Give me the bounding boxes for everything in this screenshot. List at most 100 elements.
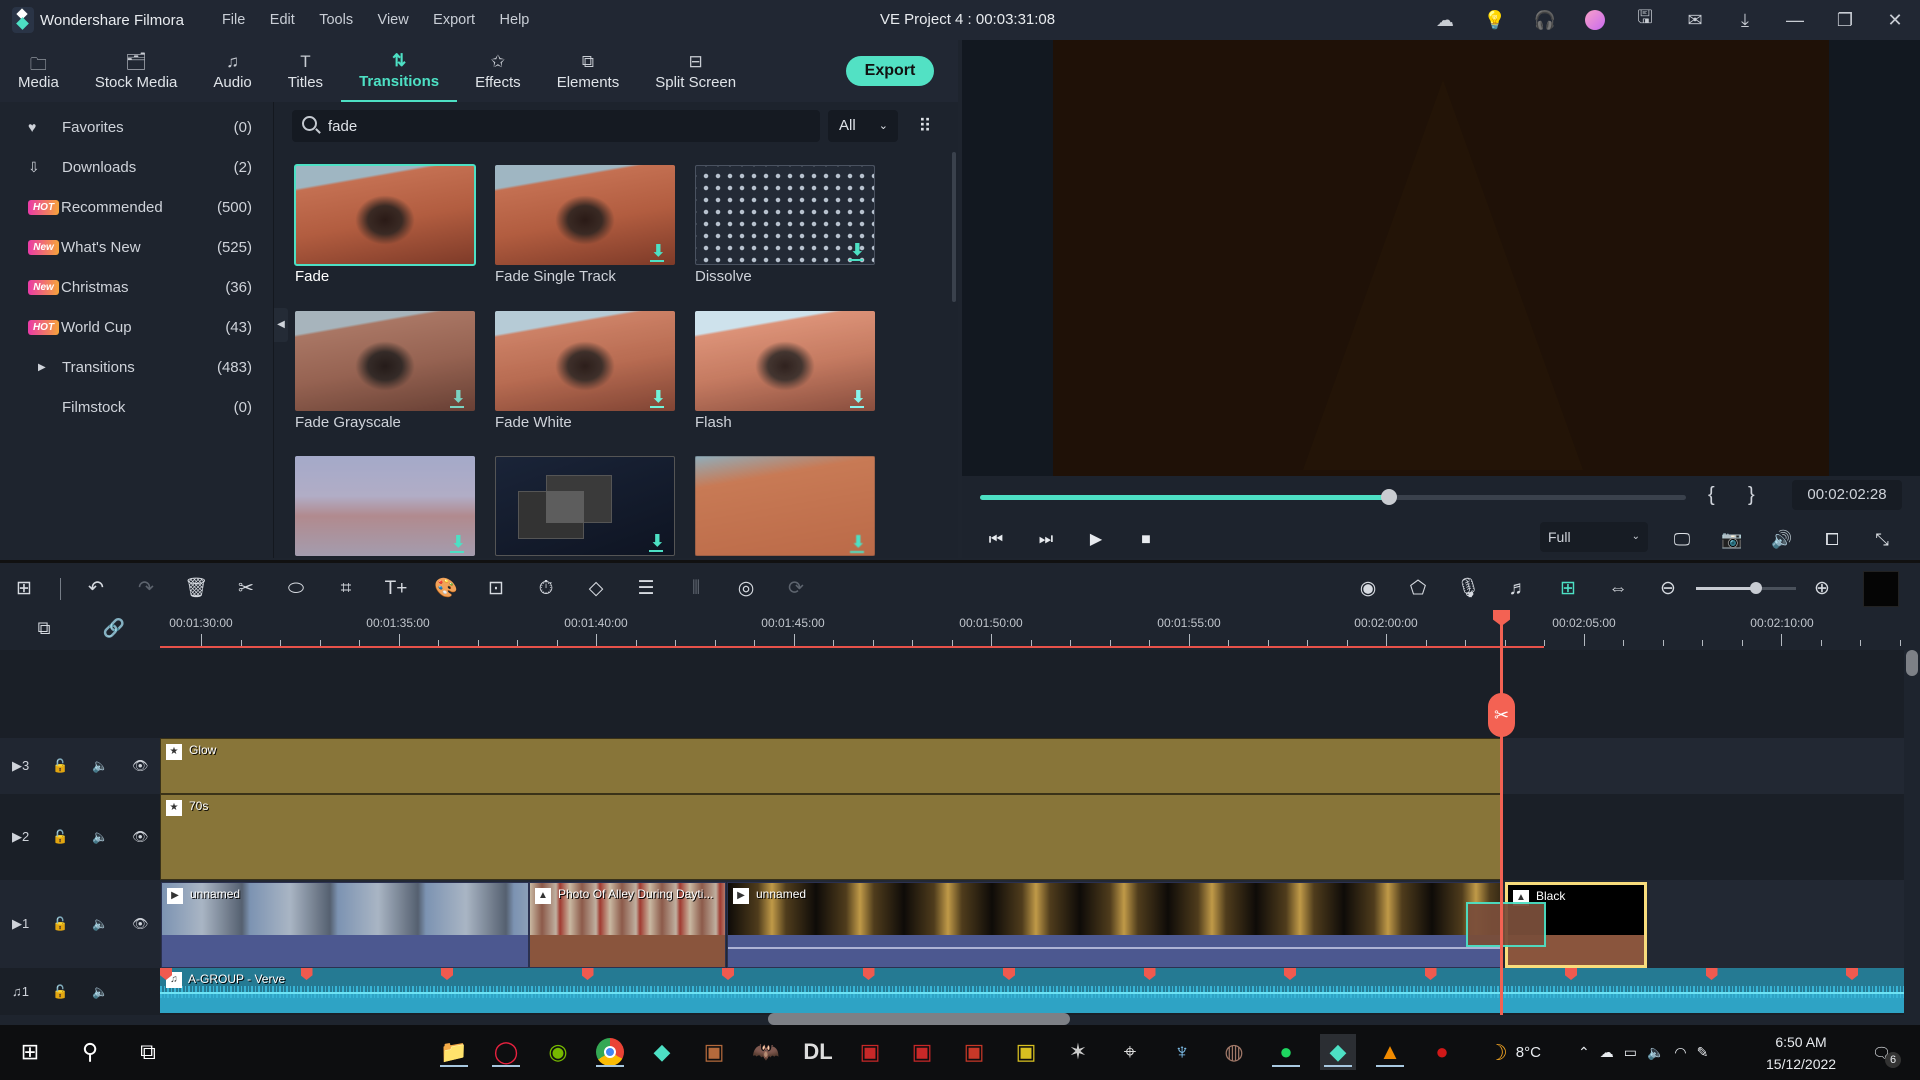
fit-icon[interactable]: ⇔ (1604, 575, 1632, 603)
sidebar-item-favorites[interactable]: ♥ Favorites (0) (28, 113, 252, 141)
taskbar-app-nvidia[interactable]: ◉ (540, 1034, 576, 1070)
zoom-in-icon[interactable]: ⊕ (1808, 575, 1836, 603)
close-button[interactable]: ✕ (1870, 0, 1920, 40)
transition-card-fade-white[interactable]: ⬇ Fade White (495, 311, 675, 431)
timeline-empty-area[interactable] (160, 650, 1904, 738)
visibility-eye-icon[interactable]: 👁 (132, 758, 149, 774)
restore-button[interactable]: ❐ (1820, 0, 1870, 40)
wifi-icon[interactable]: ◠ (1674, 1044, 1686, 1061)
playhead[interactable] (1500, 610, 1503, 1015)
taskbar-app-game[interactable]: ● (1424, 1034, 1460, 1070)
transition-card-dissolve[interactable]: ⬇ Dissolve (695, 165, 875, 285)
taskbar-app-game[interactable]: ▣ (956, 1034, 992, 1070)
snapshot-icon[interactable]: 📷 (1718, 526, 1746, 554)
audio-clip-verve[interactable]: ♫ A-GROUP - Verve (160, 968, 1904, 1013)
lock-icon[interactable]: 🔓 (52, 829, 68, 845)
lock-icon[interactable]: 🔓 (52, 916, 68, 932)
cut-icon[interactable]: ✂ (232, 575, 260, 603)
cloud-icon[interactable]: ☁ (1420, 0, 1470, 40)
download-icon[interactable]: ⬇ (849, 390, 865, 408)
microphone-icon[interactable]: 🎙 (1454, 575, 1482, 603)
tab-transitions[interactable]: ⇅ Transitions (341, 40, 458, 102)
taskbar-app-jedi[interactable]: ◍ (1216, 1034, 1252, 1070)
download-icon[interactable]: ⤓ (1720, 0, 1770, 40)
image-clip-alley[interactable]: ▲ Photo Of Alley During Dayti... (529, 882, 726, 968)
menu-tools[interactable]: Tools (319, 12, 353, 28)
display-icon[interactable]: 🖵 (1668, 526, 1696, 554)
undo-icon[interactable]: ↶ (82, 575, 110, 603)
transition-card[interactable]: ⬇ (695, 456, 875, 556)
mute-icon[interactable]: 🔈 (92, 829, 108, 845)
visibility-eye-icon[interactable]: 👁 (132, 829, 149, 845)
taskbar-app-evil-west[interactable]: ▣ (852, 1034, 888, 1070)
download-icon[interactable]: ⬇ (648, 534, 664, 552)
video-clip-unnamed-night[interactable]: ▶ unnamed (727, 882, 1501, 968)
track-lane-video-1[interactable]: ▶ unnamed ▲ Photo Of Alley During Dayti...… (160, 880, 1904, 968)
transition-card-fade[interactable]: Fade (294, 164, 476, 285)
taskbar-app-game[interactable]: ▣ (696, 1034, 732, 1070)
redo-icon[interactable]: ↷ (132, 575, 160, 603)
export-button[interactable]: Export (846, 56, 934, 86)
text-add-icon[interactable]: T+ (382, 575, 410, 603)
avatar-icon[interactable] (1570, 0, 1620, 40)
crop-icon[interactable]: ⌗ (332, 575, 360, 603)
mark-in-button[interactable]: { (1708, 484, 1715, 507)
download-icon[interactable]: ⬇ (649, 390, 665, 408)
transition-card-fade-grayscale[interactable]: ⬇ Fade Grayscale (295, 311, 475, 431)
tab-media[interactable]: 🗀 Media (0, 40, 77, 102)
transition-card-fade-single-track[interactable]: ⬇ Fade Single Track (495, 165, 675, 285)
snap-icon[interactable]: ⊞ (1554, 575, 1582, 603)
windows-start-icon[interactable]: ⊞ (12, 1034, 48, 1070)
layout-icon[interactable]: ⊞ (10, 575, 38, 603)
menu-edit[interactable]: Edit (270, 12, 295, 28)
chevron-up-icon[interactable]: ⌃ (1578, 1044, 1590, 1061)
lightbulb-icon[interactable]: 💡 (1470, 0, 1520, 40)
taskbar-app-filmora-active[interactable]: ◆ (1320, 1034, 1356, 1070)
mark-out-button[interactable]: } (1748, 484, 1755, 507)
stop-icon[interactable]: ■ (1134, 528, 1158, 552)
effect-clip-glow[interactable]: ★ Glow (160, 738, 1503, 794)
sidebar-item-recommended[interactable]: HOT Recommended (500) (28, 193, 252, 221)
play-icon[interactable]: ▶ (1084, 528, 1108, 552)
task-view-icon[interactable]: ⧉ (130, 1034, 166, 1070)
marker-icon[interactable]: ⬠ (1404, 575, 1432, 603)
taskbar-app-chrome[interactable] (592, 1034, 628, 1070)
headset-icon[interactable]: 🎧 (1520, 0, 1570, 40)
adjust-icon[interactable]: ☰ (632, 575, 660, 603)
taskbar-app-opera[interactable]: ◯ (488, 1034, 524, 1070)
taskbar-app-game[interactable]: ♆ (1164, 1034, 1200, 1070)
speech-to-text-icon[interactable]: ⟳ (782, 575, 810, 603)
save-icon[interactable]: 🖫 (1620, 0, 1670, 40)
zoom-handle[interactable] (1750, 582, 1762, 594)
timeline-zoom-slider[interactable] (1696, 582, 1796, 594)
track-lane-audio-1[interactable]: ♫ A-GROUP - Verve (160, 968, 1904, 1015)
green-screen-icon[interactable]: ⊡ (482, 575, 510, 603)
taskbar-app-red-dead[interactable]: ▣ (904, 1034, 940, 1070)
expand-arrow-icon[interactable]: ▶ (28, 362, 62, 373)
crop-ratio-icon[interactable]: ⧠ (1818, 526, 1846, 554)
sidebar-item-world-cup[interactable]: HOT World Cup (43) (28, 313, 252, 341)
download-icon[interactable]: ⬇ (449, 535, 465, 553)
zoom-out-icon[interactable]: ⊖ (1654, 575, 1682, 603)
taskbar-app-filmora[interactable]: ◆ (644, 1034, 680, 1070)
taskbar-app-game[interactable]: ▣ (1008, 1034, 1044, 1070)
track-lane-video-3[interactable]: ★ Glow (160, 738, 1904, 794)
clock[interactable]: 6:50 AM 15/12/2022 (1766, 1025, 1836, 1080)
seek-handle[interactable] (1381, 489, 1398, 505)
mail-icon[interactable]: ✉ (1670, 0, 1720, 40)
mute-icon[interactable]: 🔈 (92, 758, 108, 774)
download-icon[interactable]: ⬇ (649, 244, 665, 262)
timeline-horizontal-scrollbar[interactable] (768, 1013, 1070, 1025)
color-icon[interactable]: 🎨 (432, 575, 460, 603)
sidebar-item-christmas[interactable]: New Christmas (36) (28, 273, 252, 301)
tab-stock-media[interactable]: 🗂 Stock Media (77, 40, 196, 102)
taskbar-app-batman[interactable]: 🦇 (748, 1034, 784, 1070)
transition-card[interactable]: ⬇ (495, 456, 675, 556)
video-clip-unnamed[interactable]: ▶ unnamed (161, 882, 529, 968)
library-scrollbar[interactable] (952, 152, 956, 302)
timeline-ruler[interactable]: ⧉ 🔗 00:01:30:00 00:01:35:00 00:01:40:00 … (0, 610, 1920, 650)
tag-icon[interactable]: ⬭ (282, 575, 310, 603)
search-input[interactable] (328, 110, 808, 142)
tab-effects[interactable]: ✩ Effects (457, 40, 539, 102)
minimize-button[interactable]: — (1770, 0, 1820, 40)
